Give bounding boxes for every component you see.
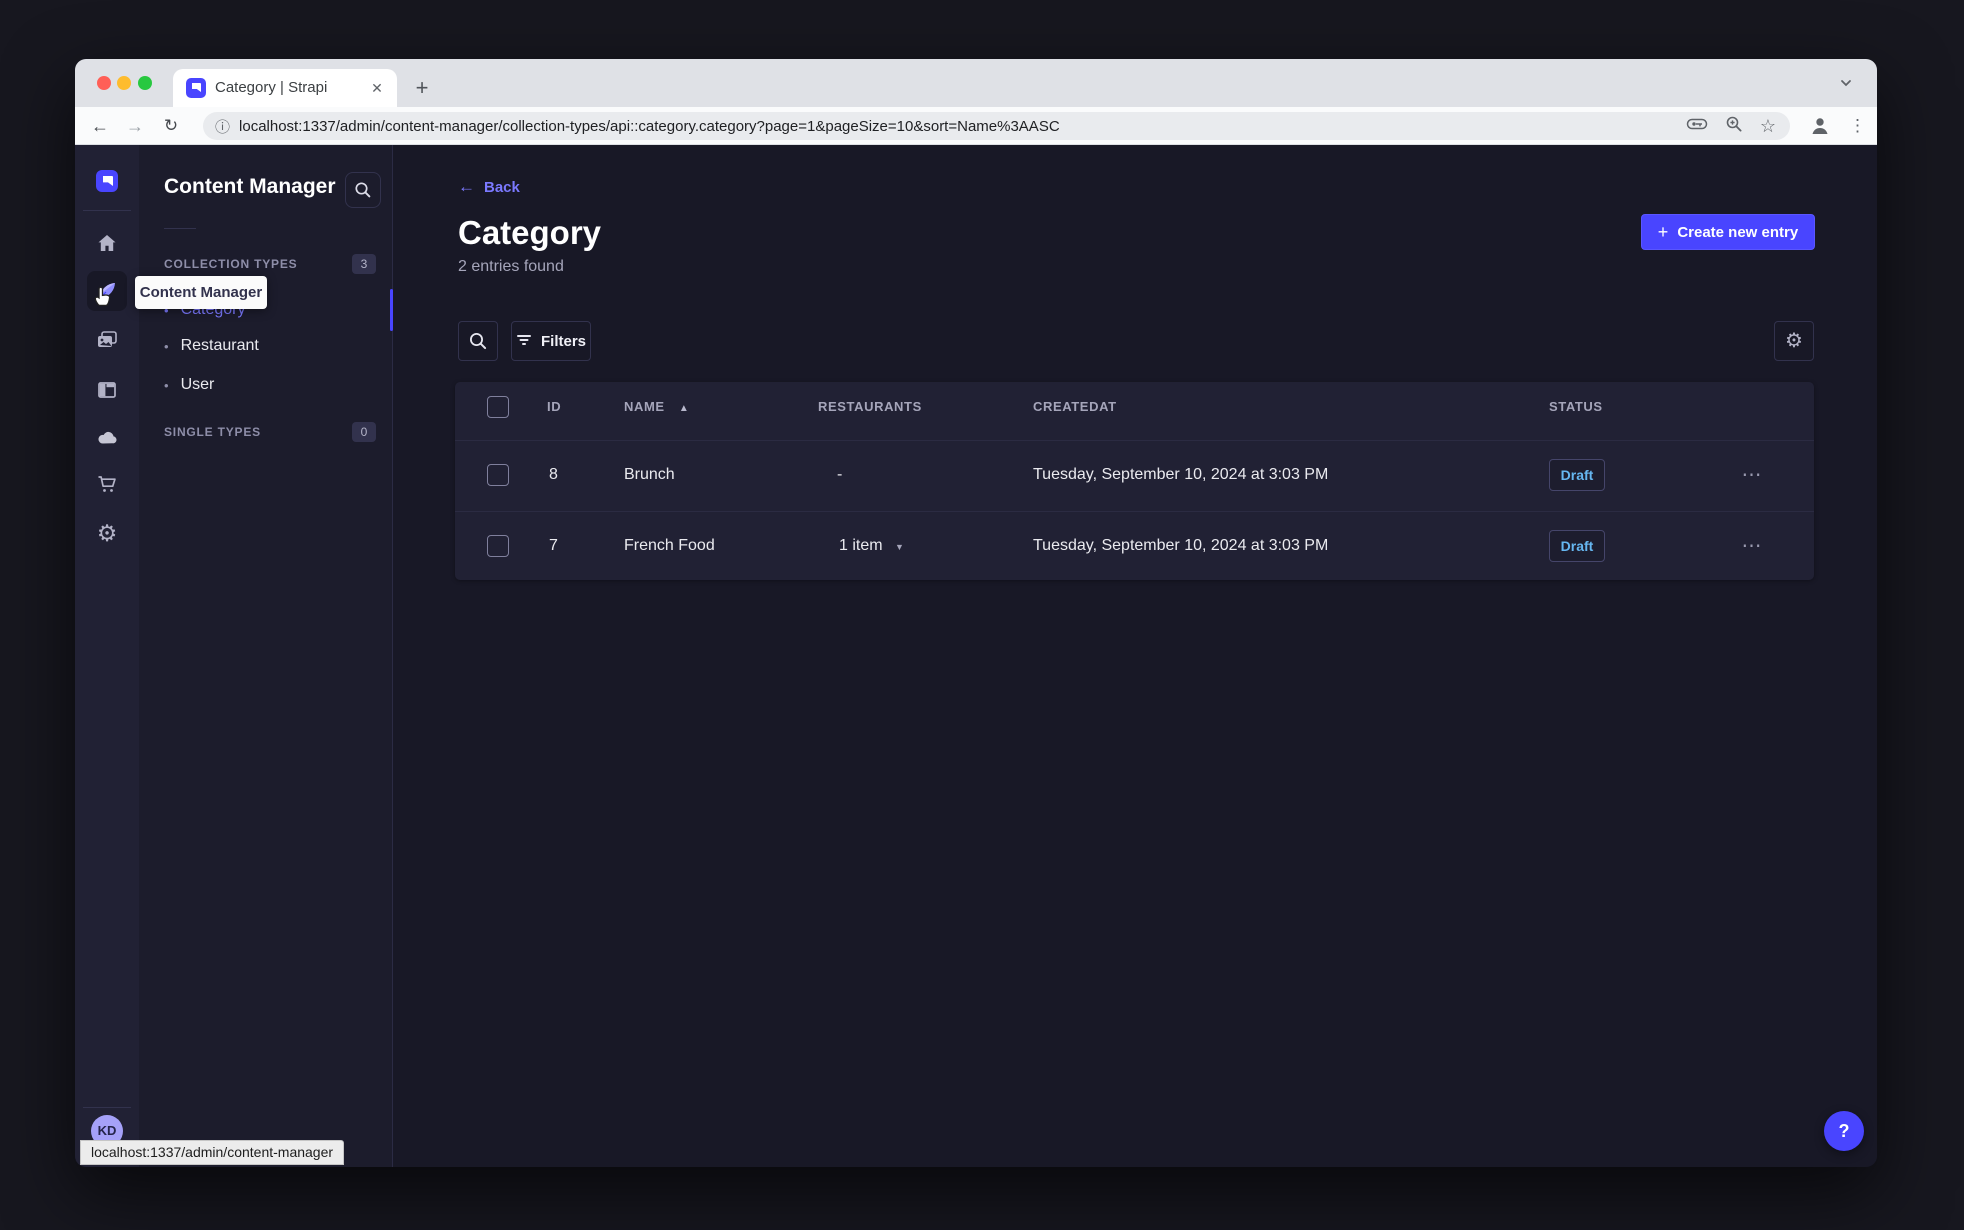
row-actions-kebab-icon[interactable]: ⋯ <box>1738 533 1766 558</box>
browser-profile-avatar[interactable] <box>1808 107 1832 145</box>
row-divider <box>455 440 1814 441</box>
help-button[interactable]: ? <box>1824 1111 1864 1151</box>
cell-createdat: Tuesday, September 10, 2024 at 3:03 PM <box>1033 466 1329 483</box>
traffic-light-close[interactable] <box>97 76 111 90</box>
browser-tab[interactable]: Category | Strapi ✕ <box>173 69 397 107</box>
filters-button[interactable]: Filters <box>511 321 591 361</box>
rail-divider <box>83 210 131 211</box>
browser-tab-bar: Category | Strapi ✕ + <box>75 59 1877 107</box>
create-new-entry-button[interactable]: + Create new entry <box>1641 214 1815 250</box>
marketplace-cart-icon[interactable] <box>95 472 119 496</box>
expand-caret-icon: ▼ <box>895 542 904 552</box>
address-bar[interactable]: ⓘ localhost:1337/admin/content-manager/c… <box>203 112 1790 140</box>
desktop: Category | Strapi ✕ + ← → ↻ ⓘ localhost:… <box>0 0 1964 1230</box>
browser-toolbar: ← → ↻ ⓘ localhost:1337/admin/content-man… <box>75 107 1877 145</box>
entries-count: 2 entries found <box>458 258 564 275</box>
plus-icon: + <box>1657 221 1669 242</box>
back-link[interactable]: ← Back <box>458 177 520 197</box>
forward-nav-icon[interactable]: → <box>123 107 147 145</box>
url-text[interactable]: localhost:1337/admin/content-manager/col… <box>239 118 1676 135</box>
reload-icon[interactable]: ↻ <box>159 107 183 145</box>
media-library-icon[interactable] <box>95 328 119 352</box>
row-divider <box>455 511 1814 512</box>
sort-asc-icon: ▲ <box>678 403 690 414</box>
mouse-cursor <box>91 285 117 316</box>
entries-table: ID NAME ▲ RESTAURANTS CREATEDAT STATUS 8… <box>455 382 1814 580</box>
home-icon[interactable] <box>95 231 119 255</box>
cloud-icon[interactable] <box>95 425 119 449</box>
col-header-id[interactable]: ID <box>547 399 561 414</box>
row-actions-kebab-icon[interactable]: ⋯ <box>1738 462 1766 487</box>
site-info-icon[interactable]: ⓘ <box>215 116 230 137</box>
bookmark-star-icon[interactable]: ☆ <box>1760 117 1776 135</box>
row-checkbox[interactable] <box>487 464 509 486</box>
subnav-item-user[interactable]: • User <box>164 376 214 394</box>
collection-types-label: COLLECTION TYPES <box>164 257 298 271</box>
browser-status-bar: localhost:1337/admin/content-manager <box>80 1140 345 1165</box>
selected-item-indicator <box>390 289 393 331</box>
single-types-count-badge: 0 <box>352 422 376 442</box>
col-header-restaurants[interactable]: RESTAURANTS <box>818 399 922 414</box>
status-badge: Draft <box>1549 459 1605 491</box>
subnav-divider <box>164 228 196 229</box>
subnav-title: Content Manager <box>164 175 336 198</box>
tab-title: Category | Strapi <box>215 79 328 96</box>
bullet-icon: • <box>164 338 169 354</box>
browser-window: Category | Strapi ✕ + ← → ↻ ⓘ localhost:… <box>75 59 1877 1167</box>
back-label: Back <box>484 178 520 196</box>
subnav-item-restaurant[interactable]: • Restaurant <box>164 337 259 355</box>
cell-restaurants[interactable]: 1 item ▼ <box>839 537 904 555</box>
view-settings-gear-button[interactable]: ⚙ <box>1774 321 1814 361</box>
subnav-search-button[interactable] <box>345 172 381 208</box>
subnav-item-label: Restaurant <box>180 337 259 354</box>
row-checkbox[interactable] <box>487 535 509 557</box>
cell-id: 8 <box>549 466 558 483</box>
settings-gear-icon[interactable]: ⚙ <box>95 521 119 545</box>
page-title: Category <box>458 214 602 251</box>
back-nav-icon[interactable]: ← <box>88 107 112 145</box>
bullet-icon: • <box>164 377 169 393</box>
cell-name: Brunch <box>624 466 675 483</box>
cell-createdat: Tuesday, September 10, 2024 at 3:03 PM <box>1033 537 1329 554</box>
content-type-builder-icon[interactable] <box>95 378 119 402</box>
search-button[interactable] <box>458 321 498 361</box>
create-new-entry-label: Create new entry <box>1677 223 1799 241</box>
zoom-page-icon[interactable] <box>1725 115 1743 138</box>
password-key-icon[interactable] <box>1686 116 1708 137</box>
collection-types-count-badge: 3 <box>352 254 376 274</box>
filters-label: Filters <box>540 332 586 350</box>
navbar-tooltip: Content Manager <box>135 276 267 309</box>
strapi-logo[interactable] <box>95 169 119 193</box>
cell-id: 7 <box>549 537 558 554</box>
traffic-light-zoom[interactable] <box>138 76 152 90</box>
strapi-app: ⚙ KD Content Manager COLLECTION TYPES 3 … <box>75 145 1877 1167</box>
single-types-label: SINGLE TYPES <box>164 425 261 439</box>
new-tab-button[interactable]: + <box>409 69 435 107</box>
tab-search-chevron-icon[interactable] <box>1833 70 1859 96</box>
browser-menu-kebab-icon[interactable]: ⋮ <box>1849 107 1866 145</box>
status-badge: Draft <box>1549 530 1605 562</box>
cell-restaurants: - <box>837 466 843 483</box>
rail-footer-divider <box>83 1107 131 1108</box>
col-header-createdat[interactable]: CREATEDAT <box>1033 399 1117 414</box>
subnav-item-label: User <box>180 376 215 393</box>
select-all-checkbox[interactable] <box>487 396 509 418</box>
traffic-light-minimize[interactable] <box>117 76 131 90</box>
strapi-favicon-icon <box>186 78 206 98</box>
col-header-status[interactable]: STATUS <box>1549 399 1603 414</box>
filter-funnel-icon <box>516 333 532 350</box>
cell-name: French Food <box>624 537 715 554</box>
col-header-name[interactable]: NAME ▲ <box>624 399 689 414</box>
tab-close-icon[interactable]: ✕ <box>367 69 387 107</box>
back-arrow-icon: ← <box>458 177 475 196</box>
